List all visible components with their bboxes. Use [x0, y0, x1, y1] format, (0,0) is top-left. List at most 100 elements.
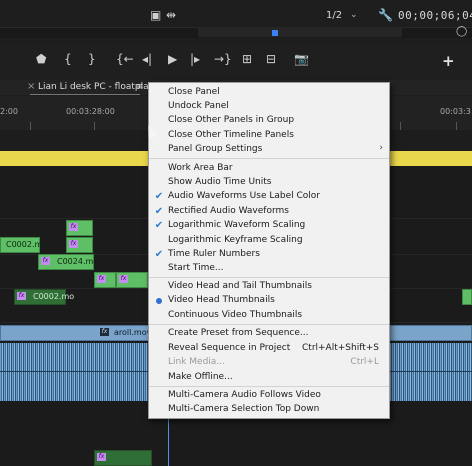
duration-timecode: 00;00;06;04 [398, 9, 472, 22]
menu-item-label: Logarithmic Waveform Scaling [168, 220, 306, 230]
menu-item-undock-panel[interactable]: Undock Panel [149, 100, 389, 114]
play-icon[interactable]: ▶ [168, 53, 177, 65]
menu-item-label: Work Area Bar [168, 163, 233, 173]
lift-icon[interactable]: ⊞ [242, 53, 252, 65]
mark-in-icon[interactable]: { [64, 53, 72, 65]
step-back-icon[interactable]: ◂| [142, 53, 152, 65]
menu-item-show-audio-time-units[interactable]: Show Audio Time Units [149, 176, 389, 190]
checkmark-icon: ✔ [154, 220, 164, 231]
chevron-down-icon[interactable]: ⌄ [350, 10, 358, 20]
step-forward-icon[interactable]: |▸ [190, 53, 200, 65]
menu-item-continuous-video-thumbnails[interactable]: Continuous Video Thumbnails [149, 309, 389, 323]
menu-separator [149, 386, 389, 387]
menu-item-multicam-selection-top-down[interactable]: Multi-Camera Selection Top Down [149, 403, 389, 417]
menu-item-label: Time Ruler Numbers [168, 249, 260, 259]
menu-item-label: Audio Waveforms Use Label Color [168, 191, 320, 201]
add-marker-icon[interactable]: ⬟ [36, 53, 46, 65]
menu-item-shortcut: Ctrl+L [350, 357, 379, 367]
radio-selected-icon [156, 298, 162, 304]
menu-item-label: Make Offline... [168, 372, 233, 382]
camera-icon[interactable]: 📷 [294, 53, 309, 65]
go-to-in-icon[interactable]: {← [116, 53, 134, 65]
clip-label: C0024.mo [57, 257, 99, 266]
ruler-label: 00:03:3 [440, 107, 471, 116]
menu-item-audio-waveforms-label-color[interactable]: ✔ Audio Waveforms Use Label Color [149, 190, 389, 204]
export-frame-icon[interactable]: ▣ [150, 9, 161, 21]
menu-item-time-ruler-numbers[interactable]: ✔ Time Ruler Numbers [149, 248, 389, 262]
ruler-label: 2:00 [0, 107, 18, 116]
video-clip[interactable]: fx [94, 450, 152, 466]
fx-badge: fx [100, 328, 109, 336]
menu-item-video-head-thumbnails[interactable]: Video Head Thumbnails [149, 294, 389, 308]
clip-label: C0002.mo [6, 240, 48, 249]
menu-item-label: Show Audio Time Units [168, 177, 272, 187]
ruler-tick [456, 122, 457, 130]
menu-item-video-head-tail-thumbnails[interactable]: Video Head and Tail Thumbnails [149, 280, 389, 294]
menu-item-create-preset[interactable]: Create Preset from Sequence... [149, 327, 389, 341]
menu-item-label: Video Head Thumbnails [168, 295, 275, 305]
extract-icon[interactable]: ⊟ [266, 53, 276, 65]
video-clip[interactable]: C0002.mo [0, 237, 47, 253]
menu-item-close-panel[interactable]: Close Panel [149, 86, 389, 100]
close-icon[interactable]: × [27, 81, 35, 92]
menu-item-label: Panel Group Settings [168, 144, 263, 154]
fx-badge: fx [41, 257, 50, 265]
menu-item-close-other-timelines[interactable]: Close Other Timeline Panels [149, 129, 389, 143]
menu-item-label: Multi-Camera Audio Follows Video [168, 390, 321, 400]
zoom-select[interactable]: 1/2 [326, 10, 342, 21]
video-clip[interactable]: fx [94, 272, 116, 288]
go-to-out-icon[interactable]: →} [214, 53, 232, 65]
active-tab-underline [30, 94, 140, 95]
video-clip[interactable]: fx C0002.mo [14, 289, 74, 305]
trim-icon[interactable]: ⇹ [166, 9, 176, 21]
menu-item-label: Rectified Audio Waveforms [168, 206, 289, 216]
panel-menu-icon[interactable]: ≡ [136, 82, 144, 92]
fx-badge: fx [97, 453, 106, 461]
video-clip[interactable] [462, 289, 472, 305]
menu-item-rectified-audio-waveforms[interactable]: ✔ Rectified Audio Waveforms [149, 205, 389, 219]
menu-item-logarithmic-keyframe-scaling[interactable]: Logarithmic Keyframe Scaling [149, 234, 389, 248]
mark-out-icon[interactable]: } [88, 53, 96, 65]
fx-badge: fx [119, 275, 128, 283]
menu-item-label: Undock Panel [168, 101, 229, 111]
menu-item-make-offline[interactable]: Make Offline... [149, 371, 389, 385]
menu-item-label: Close Other Timeline Panels [168, 130, 294, 140]
menu-separator [149, 158, 389, 159]
video-clip[interactable]: fx [66, 237, 93, 253]
fx-badge: fx [17, 292, 26, 300]
monitor-playhead[interactable] [272, 30, 278, 36]
menu-item-close-other-panels[interactable]: Close Other Panels in Group [149, 114, 389, 128]
checkmark-icon: ✔ [154, 249, 164, 260]
menu-item-label: Multi-Camera Selection Top Down [168, 404, 320, 414]
button-editor-icon[interactable]: + [442, 52, 455, 70]
video-clip[interactable]: fx C0024.mo [38, 254, 98, 270]
fx-badge: fx [69, 240, 78, 248]
checkmark-icon: ✔ [154, 191, 164, 202]
fx-badge: fx [69, 223, 78, 231]
menu-item-link-media: Link Media... Ctrl+L [149, 356, 389, 370]
fx-badge: fx [97, 275, 106, 283]
menu-item-work-area-bar[interactable]: Work Area Bar [149, 162, 389, 176]
ruler-label: 00:03:28:00 [66, 107, 115, 116]
ruler-tick [400, 122, 401, 130]
panel-context-menu: Close Panel Undock Panel Close Other Pan… [148, 82, 390, 419]
ruler-tick [30, 122, 31, 130]
clip-label: C0002.mo [33, 292, 75, 301]
menu-item-panel-group-settings[interactable]: Panel Group Settings › [149, 143, 389, 157]
menu-item-label: Create Preset from Sequence... [168, 328, 309, 338]
menu-item-start-time[interactable]: Start Time... [149, 262, 389, 276]
monitor-zoom-range[interactable] [198, 27, 402, 37]
menu-separator [149, 324, 389, 325]
clip-label: aroll.mov [114, 328, 152, 337]
video-clip[interactable]: fx [116, 272, 148, 288]
zoom-circle-icon[interactable]: ◯ [456, 26, 467, 38]
menu-item-reveal-sequence[interactable]: Reveal Sequence in Project Ctrl+Alt+Shift… [149, 342, 389, 356]
menu-item-label: Close Panel [168, 87, 220, 97]
menu-item-logarithmic-waveform-scaling[interactable]: ✔ Logarithmic Waveform Scaling [149, 219, 389, 233]
menu-item-multicam-audio-follows-video[interactable]: Multi-Camera Audio Follows Video [149, 389, 389, 403]
menu-item-label: Close Other Panels in Group [168, 115, 295, 125]
video-clip[interactable]: fx [66, 220, 93, 236]
wrench-icon[interactable]: 🔧 [378, 8, 393, 22]
menu-item-label: Video Head and Tail Thumbnails [168, 281, 312, 291]
checkmark-icon: ✔ [154, 206, 164, 217]
